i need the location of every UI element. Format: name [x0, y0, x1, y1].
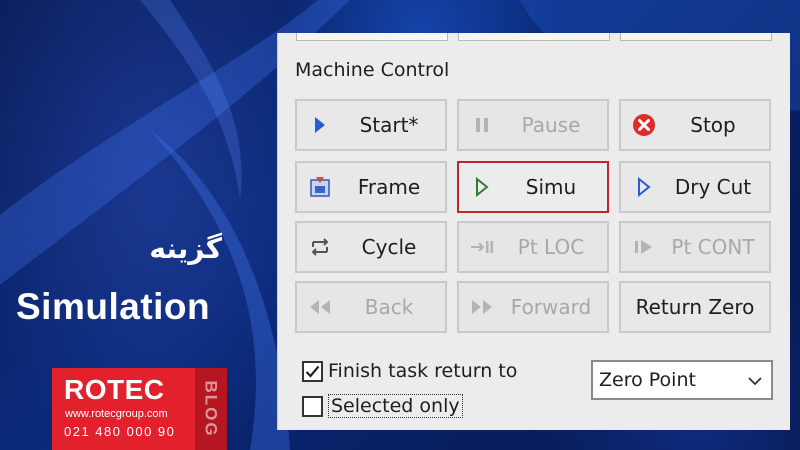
top-button-stub[interactable]	[620, 33, 772, 41]
main-title: Simulation	[16, 286, 211, 327]
pt-loc-button-label: Pt LOC	[517, 235, 585, 259]
return-target-value: Zero Point	[599, 369, 696, 391]
logo-blog-label: BLOG	[202, 380, 222, 438]
finish-task-checkbox[interactable]	[302, 360, 323, 382]
finish-task-checkbox-row[interactable]: Finish task return to	[302, 360, 517, 382]
forward-button-label: Forward	[510, 295, 592, 319]
play-blue-icon	[297, 115, 343, 135]
pt-loc-button[interactable]: Pt LOC	[457, 221, 609, 273]
top-button-stub[interactable]	[296, 33, 448, 41]
point-locate-icon	[459, 237, 505, 257]
stop-red-circle-icon	[621, 113, 667, 137]
forward-button[interactable]: Forward	[457, 281, 609, 333]
pause-button-label: Pause	[521, 113, 581, 137]
start-button-label: Start*	[359, 113, 419, 137]
machine-control-panel: Machine Control Start* Pause Stop Frame …	[277, 33, 790, 430]
stop-button-label: Stop	[690, 113, 736, 137]
cycle-button[interactable]: Cycle	[295, 221, 447, 273]
frame-button-label: Frame	[357, 175, 421, 199]
back-arrows-icon	[297, 297, 343, 317]
finish-task-label: Finish task return to	[328, 360, 518, 382]
persian-title: گزینه	[149, 232, 222, 265]
pt-cont-button-label: Pt CONT	[671, 235, 755, 259]
rotec-logo: ROTEC www.rotecgroup.com 021 480 000 90 …	[52, 368, 227, 450]
pause-icon	[459, 115, 505, 135]
logo-blog-tag: BLOG	[195, 368, 227, 450]
forward-arrows-icon	[459, 297, 505, 317]
selected-only-checkbox-row[interactable]: Selected only	[302, 394, 463, 418]
return-zero-button[interactable]: Return Zero	[619, 281, 771, 333]
back-button-label: Back	[364, 295, 414, 319]
simu-button-label: Simu	[525, 175, 577, 199]
pt-cont-button[interactable]: Pt CONT	[619, 221, 771, 273]
stop-button[interactable]: Stop	[619, 99, 771, 151]
simu-button[interactable]: Simu	[457, 161, 609, 213]
back-button[interactable]: Back	[295, 281, 447, 333]
pause-button[interactable]: Pause	[457, 99, 609, 151]
logo-website: www.rotecgroup.com	[65, 408, 168, 420]
top-button-stub[interactable]	[458, 33, 610, 41]
dry-cut-button[interactable]: Dry Cut	[619, 161, 771, 213]
logo-phone: 021 480 000 90	[64, 424, 176, 439]
play-outline-blue-icon	[621, 177, 667, 197]
start-button[interactable]: Start*	[295, 99, 447, 151]
return-target-select[interactable]: Zero Point	[591, 360, 773, 400]
logo-brand: ROTEC	[64, 374, 165, 405]
machine-control-label: Machine Control	[295, 59, 450, 81]
dry-cut-button-label: Dry Cut	[674, 175, 752, 199]
return-zero-button-label: Return Zero	[635, 295, 755, 319]
cycle-button-label: Cycle	[361, 235, 417, 259]
selected-only-label: Selected only	[328, 394, 463, 418]
play-outline-green-icon	[459, 177, 505, 197]
frame-button[interactable]: Frame	[295, 161, 447, 213]
chevron-down-icon	[747, 369, 763, 391]
point-continue-icon	[621, 237, 667, 257]
selected-only-checkbox[interactable]	[302, 395, 323, 417]
cycle-icon	[297, 236, 343, 258]
frame-icon	[297, 175, 343, 199]
